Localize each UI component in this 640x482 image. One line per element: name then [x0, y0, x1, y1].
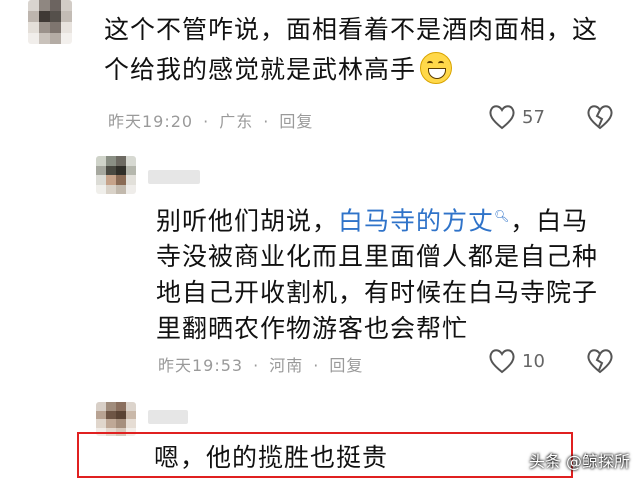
- separator: ·: [203, 112, 210, 131]
- reply-meta: 昨天19:53 · 河南 · 回复: [158, 352, 363, 376]
- reply-button[interactable]: 回复: [279, 108, 313, 132]
- comment-line-text: 个给我的感觉就是武林高手: [104, 55, 417, 84]
- reply-time: 昨天19:53: [158, 356, 244, 375]
- reply-line: 地自己开收割机，有时候在白马寺院子: [156, 278, 599, 308]
- like-count: 57: [522, 106, 545, 128]
- broken-heart-icon: [587, 349, 613, 374]
- reply-line-text: 别听他们胡说，: [156, 206, 339, 236]
- dislike-button[interactable]: [586, 104, 614, 134]
- comment-location: 广东: [219, 112, 254, 131]
- separator: ·: [253, 356, 260, 375]
- avatar[interactable]: [96, 402, 136, 436]
- grin-emoji-icon: [420, 52, 453, 84]
- heart-icon: [489, 105, 515, 130]
- comment-line: 个给我的感觉就是武林高手: [104, 50, 598, 90]
- username-blurred[interactable]: [148, 170, 200, 184]
- like-button[interactable]: 57: [488, 104, 545, 130]
- reply-button[interactable]: 回复: [329, 352, 363, 376]
- like-button[interactable]: 10: [488, 348, 545, 374]
- search-link[interactable]: 白马寺的方丈: [338, 206, 494, 235]
- comment-meta: 昨天19:20 · 广东 · 回复: [108, 108, 313, 132]
- separator: ·: [263, 112, 270, 131]
- reply-line: 里翻晒农作物游客也会帮忙: [156, 314, 469, 344]
- comment-line: 这个不管咋说，面相看着不是酒肉面相，这: [104, 15, 599, 44]
- comment-text: 这个不管咋说，面相看着不是酒肉面相，这 个给我的感觉就是武林高手: [104, 10, 598, 90]
- reply-text: 嗯，他的揽胜也挺贵: [154, 443, 389, 472]
- dislike-button[interactable]: [586, 348, 614, 378]
- reply-location: 河南: [269, 356, 304, 375]
- reply-line: 寺没被商业化而且里面僧人都是自己种: [156, 242, 599, 272]
- avatar[interactable]: [96, 156, 136, 194]
- search-icon[interactable]: 🔍︎: [494, 209, 510, 223]
- heart-icon: [489, 349, 515, 374]
- username-blurred[interactable]: [148, 410, 188, 424]
- broken-heart-icon: [587, 105, 613, 130]
- avatar[interactable]: [28, 0, 72, 44]
- reply-text: 别听他们胡说，白马寺的方丈🔍︎，白马 寺没被商业化而且里面僧人都是自己种 地自己…: [156, 198, 598, 347]
- like-count: 10: [522, 350, 545, 372]
- comment-time: 昨天19:20: [108, 112, 194, 131]
- reply-line-text: ，白马: [510, 206, 589, 236]
- watermark: 头条 @鲸探所: [528, 452, 630, 471]
- reply-line: 别听他们胡说，白马寺的方丈🔍︎，白马: [156, 198, 598, 239]
- separator: ·: [313, 356, 320, 375]
